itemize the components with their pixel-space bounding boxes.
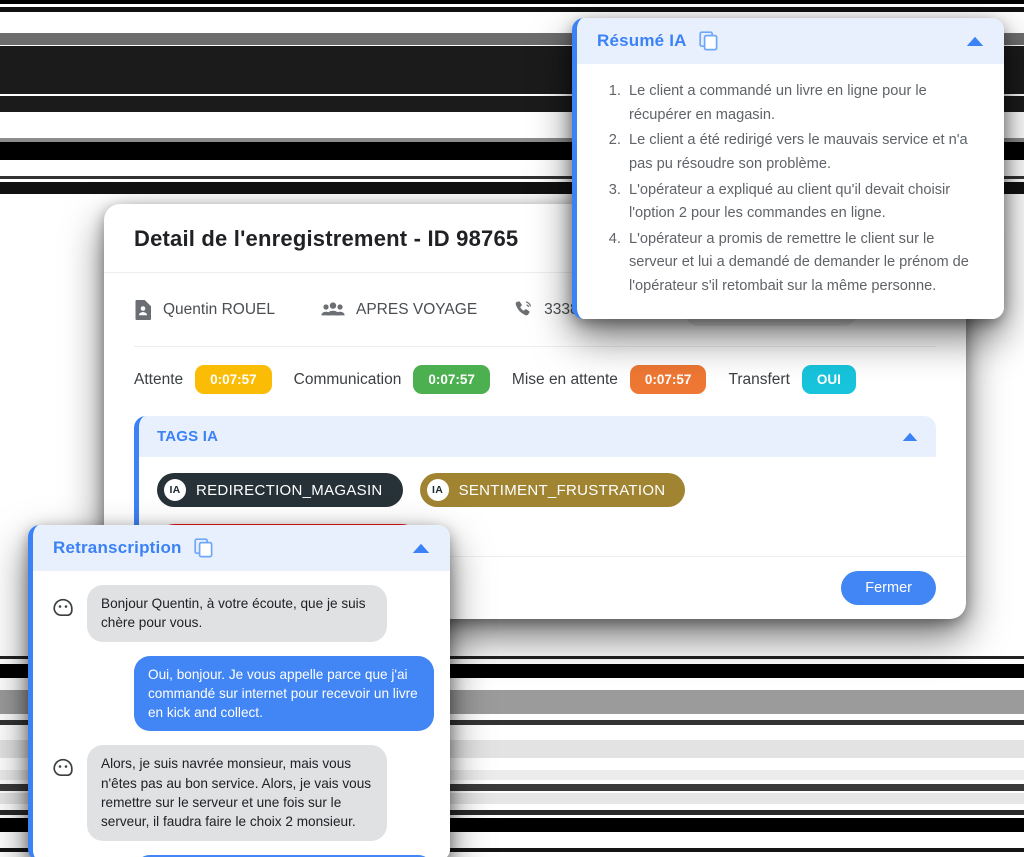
- transcript-message-row: Bonjour Quentin, à votre écoute, que je …: [49, 585, 434, 642]
- resume-panel-title: Résumé IA: [597, 31, 687, 50]
- transcript-accent: Retranscription Bonjour Quentin, à votre…: [28, 525, 450, 857]
- caret-up-icon[interactable]: [966, 36, 984, 47]
- transcript-message-row: Alors, je suis navrée monsieur, mais vou…: [49, 745, 434, 841]
- resume-body: Le client a commandé un livre en ligne p…: [577, 64, 1004, 319]
- group-name: APRES VOYAGE: [356, 300, 478, 318]
- ia-tag[interactable]: IA SENTIMENT_FRUSTRATION: [419, 473, 686, 507]
- metric-value-badge: 0:07:57: [195, 365, 272, 394]
- resume-items: Le client a commandé un livre en ligne p…: [599, 80, 982, 299]
- metric-label: Transfert: [728, 370, 790, 388]
- group-meta: APRES VOYAGE: [321, 301, 477, 319]
- ia-tag-label: REDIRECTION_MAGASIN: [196, 481, 383, 499]
- tags-panel-title: TAGS IA: [157, 428, 219, 445]
- phone-ring-icon: [513, 300, 533, 320]
- transcript-panel-title: Retranscription: [53, 538, 182, 557]
- agent-message-bubble: Bonjour Quentin, à votre écoute, que je …: [87, 585, 387, 642]
- caret-up-icon[interactable]: [902, 432, 918, 442]
- tags-panel-header[interactable]: TAGS IA: [139, 416, 936, 457]
- metric-label: Communication: [293, 370, 402, 388]
- metric-value-badge: 0:07:57: [629, 365, 707, 394]
- contact-card-icon: [134, 299, 152, 320]
- agent-name: Quentin ROUEL: [163, 300, 275, 318]
- client-message-bubble: Oui, bonjour. Je vous appelle parce que …: [134, 655, 434, 732]
- resume-item: L'opérateur a expliqué au client qu'il d…: [625, 179, 982, 226]
- metric-label: Mise en attente: [511, 370, 618, 388]
- transcript-messages: Bonjour Quentin, à votre écoute, que je …: [33, 571, 450, 857]
- transcript-message-row: Oui, bonjour. Je vous appelle parce que …: [49, 655, 434, 732]
- background-band: [0, 7, 1024, 12]
- resume-ia-accent: Résumé IA Le client a commandé un livre …: [572, 18, 1004, 319]
- ia-badge: IA: [426, 479, 449, 501]
- transcript-panel-header[interactable]: Retranscription: [33, 525, 450, 571]
- agent-meta: Quentin ROUEL: [134, 299, 275, 320]
- metric-value-badge: 0:07:57: [413, 365, 490, 394]
- copy-icon[interactable]: [193, 538, 214, 558]
- resume-item: Le client a été redirigé vers le mauvais…: [625, 129, 982, 176]
- headset-agent-icon: [49, 591, 77, 624]
- resume-panel-header[interactable]: Résumé IA: [577, 18, 1004, 64]
- agent-message-bubble: Alors, je suis navrée monsieur, mais vou…: [87, 745, 387, 841]
- headset-agent-icon: [49, 751, 77, 784]
- transcript-card: Retranscription Bonjour Quentin, à votre…: [28, 525, 450, 857]
- caret-up-icon[interactable]: [412, 543, 430, 554]
- background-band: [0, 0, 1024, 4]
- call-metrics-row: Attente 0:07:57 Communication 0:07:57 Mise e…: [104, 347, 966, 394]
- close-button[interactable]: Fermer: [841, 571, 936, 605]
- resume-item: L'opérateur a promis de remettre le clie…: [625, 228, 982, 299]
- resume-ia-card: Résumé IA Le client a commandé un livre …: [572, 18, 1004, 319]
- copy-icon[interactable]: [699, 31, 719, 51]
- ia-tag-label: SENTIMENT_FRUSTRATION: [458, 481, 666, 499]
- ia-tag[interactable]: IA REDIRECTION_MAGASIN: [157, 473, 403, 507]
- metric-value-badge: OUI: [801, 365, 856, 394]
- metric-label: Attente: [134, 370, 184, 388]
- ia-badge: IA: [164, 479, 186, 501]
- group-icon: [321, 301, 345, 318]
- resume-item: Le client a commandé un livre en ligne p…: [625, 80, 982, 127]
